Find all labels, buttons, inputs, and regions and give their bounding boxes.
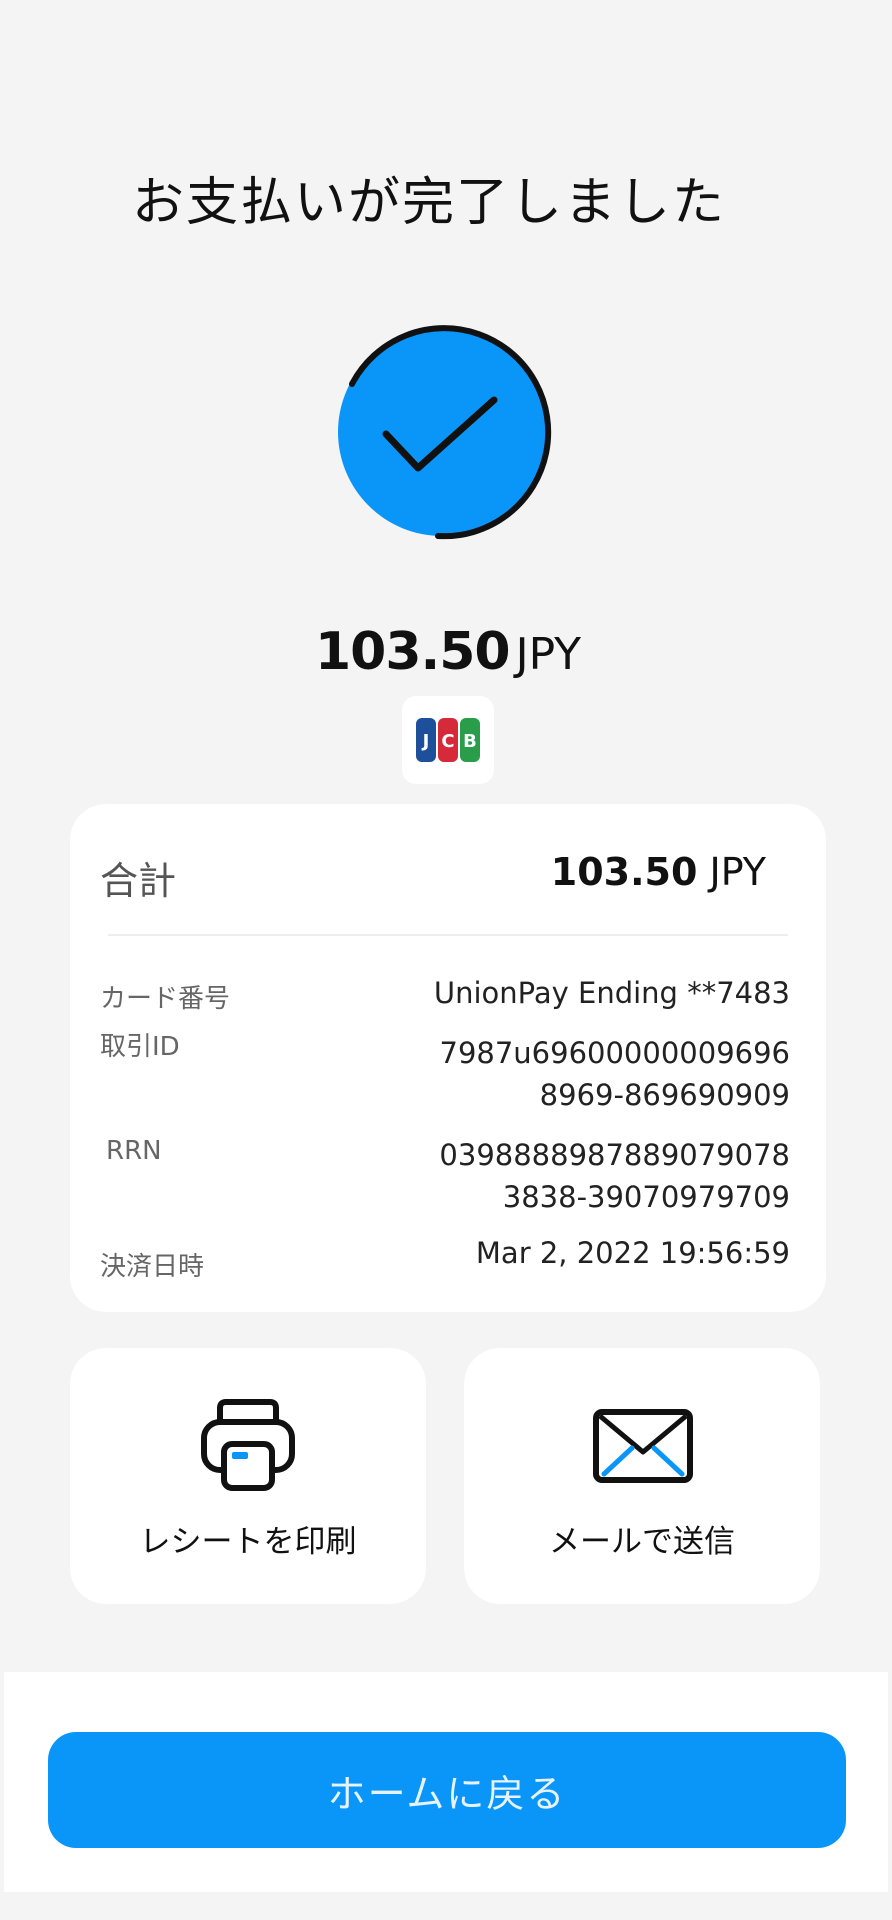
payment-datetime-value: Mar 2, 2022 19:56:59 [476, 1232, 790, 1274]
back-to-home-button[interactable]: ホームに戻る [48, 1732, 846, 1848]
amount-currency: JPY [515, 629, 582, 680]
transaction-details-card: 合計 103.50 JPY カード番号 UnionPay Ending **74… [70, 804, 826, 1312]
divider [108, 934, 788, 936]
card-number-label: カード番号 [100, 984, 231, 1014]
payment-amount: 103.50 JPY [4, 622, 892, 682]
check-circle-icon [338, 325, 552, 540]
rrn-line-2: 3838-39070979709 [502, 1180, 790, 1214]
bottom-bar: ホームに戻る [4, 1672, 888, 1892]
printer-icon [201, 1399, 295, 1491]
amount-value: 103.50 [314, 622, 511, 682]
send-email-button[interactable]: メールで送信 [464, 1348, 820, 1604]
total-value: 103.50 JPY [551, 850, 766, 894]
rrn-label: RRN [106, 1136, 162, 1166]
send-email-label: メールで送信 [549, 1524, 735, 1560]
svg-text:J: J [421, 731, 430, 752]
jcb-logo: J C B [416, 718, 480, 762]
total-amount: 103.50 [550, 850, 698, 894]
svg-text:B: B [463, 731, 477, 752]
payment-datetime-line: Mar 2, 2022 19:56:59 [475, 1236, 790, 1270]
payment-datetime-label: 決済日時 [100, 1252, 205, 1282]
total-currency: JPY [709, 850, 767, 894]
payment-complete-screen: お支払いが完了しました 103.50 JPY J C B 合計 103.50 JP… [4, 0, 892, 1920]
print-receipt-button[interactable]: レシートを印刷 [70, 1348, 426, 1604]
envelope-icon [593, 1409, 693, 1483]
card-brand-logo: J C B [402, 696, 494, 784]
total-label: 合計 [100, 859, 177, 903]
transaction-id-value: 7987u69600000009696 8969-869690909 [440, 1032, 791, 1116]
card-number-line: UnionPay Ending **7483 [433, 976, 790, 1010]
card-number-value: UnionPay Ending **7483 [434, 972, 790, 1014]
rrn-line-1: 0398888987889079078 [439, 1138, 790, 1172]
page-title: お支払いが完了しました [132, 173, 727, 233]
print-receipt-label: レシートを印刷 [139, 1524, 357, 1560]
transaction-id-label: 取引ID [100, 1032, 180, 1062]
rrn-value: 0398888987889079078 3838-39070979709 [439, 1134, 790, 1218]
transaction-id-line-1: 7987u69600000009696 [439, 1036, 791, 1070]
svg-text:C: C [441, 731, 454, 752]
transaction-id-line-2: 8969-869690909 [539, 1078, 790, 1112]
